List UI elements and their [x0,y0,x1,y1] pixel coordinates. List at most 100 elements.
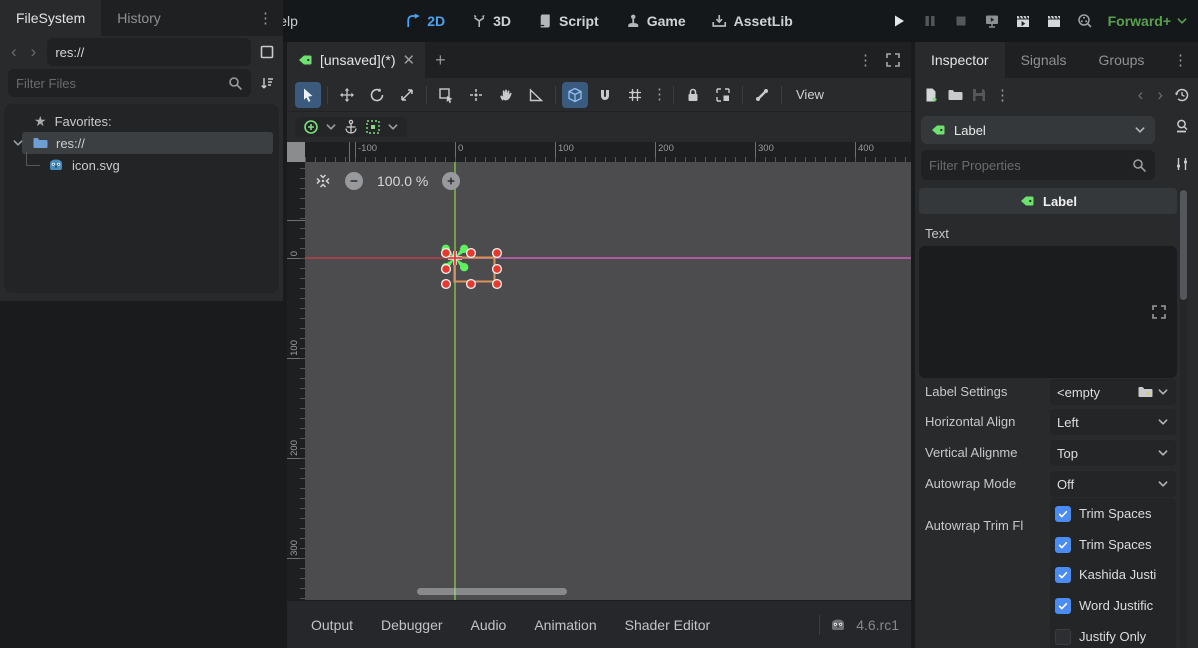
scene-tab-unsaved[interactable]: [unsaved](*) ✕ [287,42,425,78]
zoom-controls: 100.0 % [315,172,460,190]
trim-spaces-checkbox[interactable] [1055,537,1071,553]
text-property-label: Text [925,226,949,241]
stop-button[interactable] [953,13,969,29]
save-resource-icon[interactable] [971,87,987,103]
view-menu-button[interactable]: View [788,87,832,102]
rotate-mode-button[interactable] [364,82,390,108]
bottom-panel-audio[interactable]: Audio [459,611,519,639]
chevron-down-icon[interactable] [325,121,337,133]
workspace-script-button[interactable]: Script [537,13,599,29]
filter-files-input[interactable] [16,76,227,91]
ruler-mode-button[interactable] [523,82,549,108]
nav-back-icon[interactable]: ‹ [8,42,20,62]
history-icon[interactable] [1174,87,1190,103]
resource-options-menu-icon[interactable]: ⋮ [995,88,1010,103]
pause-button[interactable] [922,13,938,29]
workspace-game-label: Game [647,13,686,29]
bottom-panel-shader-editor[interactable]: Shader Editor [613,611,723,639]
kashida-justification-checkbox[interactable] [1055,567,1071,583]
autowrap-mode-dropdown[interactable]: Off [1050,471,1176,497]
tree-item-icon-svg[interactable]: icon.svg [4,154,279,176]
pivot-mode-button[interactable] [463,82,489,108]
bottom-panel-animation[interactable]: Animation [522,611,608,639]
bottom-panel-output[interactable]: Output [299,611,365,639]
insert-key-icon[interactable] [303,119,319,135]
workspace-game-button[interactable]: Game [625,13,686,29]
anchor-preset-icon[interactable] [365,119,381,135]
collapse-chevron-icon[interactable] [12,137,24,149]
inspector-menu-icon[interactable]: ⋮ [1173,53,1188,68]
history-back-icon[interactable]: ‹ [1135,85,1147,105]
pan-mode-button[interactable] [493,82,519,108]
grid-snap-toggle[interactable] [622,82,648,108]
play-scene-button[interactable] [1015,13,1031,29]
anchor-icon[interactable] [343,119,359,135]
tab-filesystem[interactable]: FileSystem [0,0,101,36]
expand-viewport-icon[interactable] [885,52,901,68]
justify-only-checkbox[interactable] [1055,629,1071,645]
renderer-selector[interactable]: Forward+ [1108,13,1188,29]
new-resource-icon[interactable] [923,87,939,103]
workspace-2d-button[interactable]: 2D [405,13,445,29]
center-view-icon[interactable] [315,173,331,189]
skeleton-options-button[interactable] [749,82,775,108]
open-docs-icon[interactable] [1174,118,1190,134]
tab-groups[interactable]: Groups [1083,42,1161,78]
edited-object-selector[interactable]: Label [921,116,1155,144]
property-tools-icon[interactable] [1174,156,1190,172]
canvas-horizontal-scrollbar[interactable] [417,588,567,595]
control-toolbar [287,112,911,142]
version-label[interactable]: 4.6.rc1 [856,617,899,633]
tab-signals[interactable]: Signals [1005,42,1083,78]
workspace-3d-button[interactable]: 3D [471,13,511,29]
zoom-in-button[interactable] [442,172,460,190]
list-select-button[interactable] [433,82,459,108]
load-resource-folder-icon[interactable] [947,87,963,103]
chevron-down-icon[interactable] [387,121,399,133]
viewport-bounds-line [455,257,911,259]
movie-maker-icon[interactable] [1077,13,1093,29]
lock-node-button[interactable] [680,82,706,108]
zoom-percent-label[interactable]: 100.0 % [377,173,428,189]
vertical-alignment-dropdown[interactable]: Top [1050,440,1176,466]
new-scene-tab-button[interactable]: + [425,42,456,78]
inspector-scrollbar-thumb[interactable] [1180,190,1187,300]
filesystem-menu-icon[interactable]: ⋮ [258,11,273,26]
2d-viewport-canvas[interactable]: 100.0 % [305,162,911,600]
history-forward-icon[interactable]: › [1154,85,1166,105]
move-mode-button[interactable] [334,82,360,108]
tree-item-res[interactable]: res:// [4,132,279,154]
split-view-icon[interactable] [259,44,275,60]
zoom-out-button[interactable] [345,172,363,190]
godot-logo-icon [830,617,846,633]
snap-magnet-toggle[interactable] [592,82,618,108]
word-justification-checkbox[interactable] [1055,598,1071,614]
category-label-header[interactable]: Label [919,188,1177,214]
expand-text-editor-icon[interactable] [1151,304,1167,320]
bottom-panel-debugger[interactable]: Debugger [369,611,455,639]
sort-files-icon[interactable] [259,75,275,91]
quick-load-folder-icon[interactable] [1137,384,1153,400]
scale-mode-button[interactable] [394,82,420,108]
workspace-assetlib-button[interactable]: AssetLib [712,13,793,29]
scene-tabs-menu-icon[interactable]: ⋮ [858,53,873,68]
trim-spaces-checkbox[interactable] [1055,506,1071,522]
label-settings-resource-picker[interactable]: <empty [1050,379,1176,405]
close-tab-icon[interactable]: ✕ [402,51,415,69]
tree-indent-line [26,152,40,166]
group-node-button[interactable] [710,82,736,108]
select-mode-button[interactable] [295,82,321,108]
workspace-script-label: Script [559,13,599,29]
text-property-editor[interactable] [919,246,1177,378]
smart-snap-toggle[interactable] [562,82,588,108]
nav-forward-icon[interactable]: › [28,42,40,62]
path-input[interactable] [55,45,243,60]
remote-debug-icon[interactable] [984,13,1000,29]
tab-inspector[interactable]: Inspector [915,42,1005,78]
play-custom-scene-button[interactable] [1046,13,1062,29]
snap-options-menu-icon[interactable]: ⋮ [652,87,667,102]
tab-history[interactable]: History [101,0,177,36]
horizontal-alignment-dropdown[interactable]: Left [1050,409,1176,435]
play-button[interactable] [891,13,907,29]
filter-properties-input[interactable] [929,158,1131,173]
